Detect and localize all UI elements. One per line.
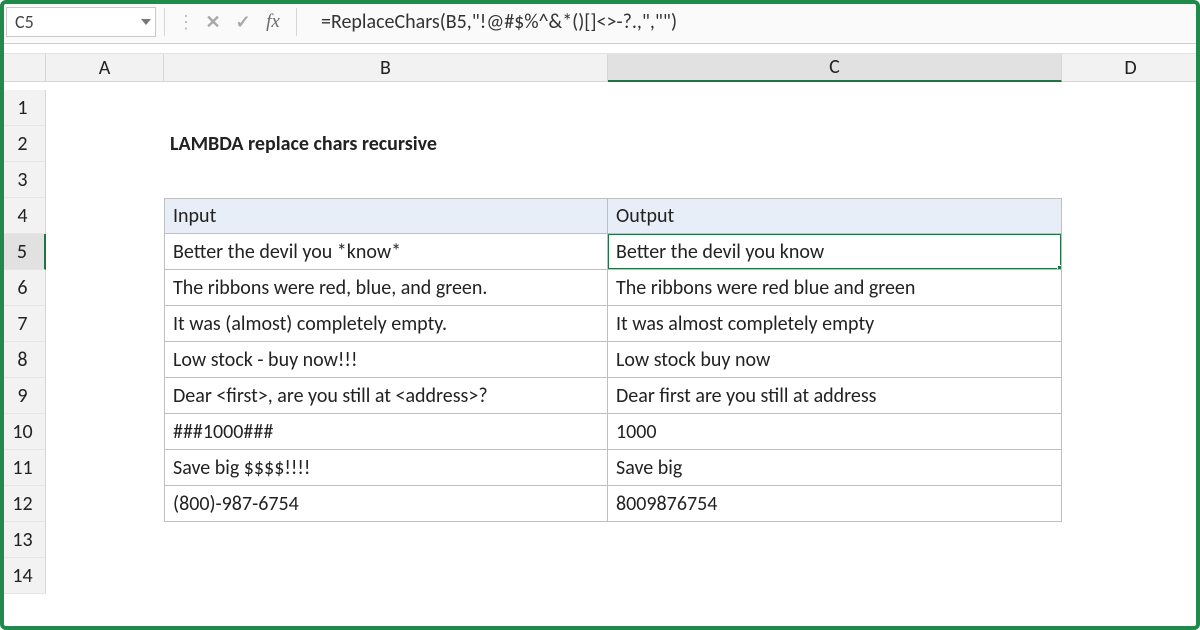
cell-A7[interactable] — [46, 306, 164, 342]
cell-B14[interactable] — [164, 558, 608, 594]
cell-B12[interactable]: (800)-987-6754 — [164, 486, 608, 522]
cell-C9[interactable]: Dear first are you still at address — [608, 378, 1062, 414]
cell-B13[interactable] — [164, 522, 608, 558]
cell-D7[interactable] — [1062, 306, 1200, 342]
cell-C2[interactable] — [608, 126, 1062, 162]
cell-value: Better the devil you know — [616, 240, 824, 264]
row-header-3[interactable]: 3 — [0, 162, 46, 198]
row-header-12[interactable]: 12 — [0, 486, 46, 522]
cell-D12[interactable] — [1062, 486, 1200, 522]
dots-icon: ⋮ — [173, 11, 198, 33]
cell-D11[interactable] — [1062, 450, 1200, 486]
cell-C1[interactable] — [608, 90, 1062, 126]
cell-C6[interactable]: The ribbons were red blue and green — [608, 270, 1062, 306]
cell-B3[interactable] — [164, 162, 608, 198]
cell-D10[interactable] — [1062, 414, 1200, 450]
cell-B1[interactable] — [164, 90, 608, 126]
cell-B7[interactable]: It was (almost) completely empty. — [164, 306, 608, 342]
cell-C5[interactable]: Better the devil you know — [608, 234, 1062, 270]
row-header-11[interactable]: 11 — [0, 450, 46, 486]
row-header-8[interactable]: 8 — [0, 342, 46, 378]
cell-D9[interactable] — [1062, 378, 1200, 414]
col-header-B[interactable]: B — [164, 54, 608, 82]
cell-A2[interactable] — [46, 126, 164, 162]
cell-A10[interactable] — [46, 414, 164, 450]
cell-A1[interactable] — [46, 90, 164, 126]
cancel-button[interactable]: ✕ — [198, 8, 228, 36]
cell-C4[interactable]: Output — [608, 198, 1062, 234]
cell-B8[interactable]: Low stock - buy now!!! — [164, 342, 608, 378]
cell-B4[interactable]: Input — [164, 198, 608, 234]
cell-A9[interactable] — [46, 378, 164, 414]
cell-B6[interactable]: The ribbons were red, blue, and green. — [164, 270, 608, 306]
separator — [296, 8, 297, 36]
cell-C14[interactable] — [608, 558, 1062, 594]
cell-C11[interactable]: Save big — [608, 450, 1062, 486]
name-box[interactable]: C5 — [6, 7, 156, 37]
name-box-value: C5 — [15, 11, 34, 33]
col-header-C[interactable]: C — [608, 54, 1062, 82]
cell-A11[interactable] — [46, 450, 164, 486]
cell-D4[interactable] — [1062, 198, 1200, 234]
col-header-D[interactable]: D — [1062, 54, 1200, 82]
cell-B5[interactable]: Better the devil you *know* — [164, 234, 608, 270]
cell-D1[interactable] — [1062, 90, 1200, 126]
row-header-2[interactable]: 2 — [0, 126, 46, 162]
spreadsheet-grid[interactable]: A B C D 1 2 LAMBDA replace chars recursi… — [0, 54, 1200, 594]
cell-C8[interactable]: Low stock buy now — [608, 342, 1062, 378]
cell-A13[interactable] — [46, 522, 164, 558]
row-header-7[interactable]: 7 — [0, 306, 46, 342]
cell-C7[interactable]: It was almost completely empty — [608, 306, 1062, 342]
cell-D13[interactable] — [1062, 522, 1200, 558]
cell-D14[interactable] — [1062, 558, 1200, 594]
cell-D5[interactable] — [1062, 234, 1200, 270]
separator — [164, 8, 165, 36]
fx-button[interactable]: fx — [258, 8, 288, 36]
cell-A8[interactable] — [46, 342, 164, 378]
cell-A5[interactable] — [46, 234, 164, 270]
cell-A4[interactable] — [46, 198, 164, 234]
formula-input[interactable] — [305, 7, 1194, 37]
cell-D2[interactable] — [1062, 126, 1200, 162]
row-header-9[interactable]: 9 — [0, 378, 46, 414]
cell-A14[interactable] — [46, 558, 164, 594]
row-header-1[interactable]: 1 — [0, 90, 46, 126]
formula-bar: C5 ⋮ ✕ ✓ fx — [0, 0, 1200, 44]
cell-C12[interactable]: 8009876754 — [608, 486, 1062, 522]
cell-C3[interactable] — [608, 162, 1062, 198]
cell-A3[interactable] — [46, 162, 164, 198]
cell-C10[interactable]: 1000 — [608, 414, 1062, 450]
row-header-13[interactable]: 13 — [0, 522, 46, 558]
row-header-4[interactable]: 4 — [0, 198, 46, 234]
cell-D6[interactable] — [1062, 270, 1200, 306]
cell-C13[interactable] — [608, 522, 1062, 558]
cell-A12[interactable] — [46, 486, 164, 522]
cell-D3[interactable] — [1062, 162, 1200, 198]
cell-B11[interactable]: Save big $$$$!!!! — [164, 450, 608, 486]
fill-handle[interactable] — [1057, 265, 1062, 270]
row-header-10[interactable]: 10 — [0, 414, 46, 450]
cell-D8[interactable] — [1062, 342, 1200, 378]
cell-B10[interactable]: ###1000### — [164, 414, 608, 450]
cell-B2[interactable]: LAMBDA replace chars recursive — [164, 126, 608, 162]
enter-button[interactable]: ✓ — [228, 8, 258, 36]
chevron-down-icon[interactable] — [141, 19, 151, 25]
spacer — [0, 44, 1200, 54]
select-all-corner[interactable] — [0, 54, 46, 82]
row-header-5[interactable]: 5 — [0, 234, 46, 270]
col-header-A[interactable]: A — [46, 54, 164, 82]
row-header-6[interactable]: 6 — [0, 270, 46, 306]
cell-A6[interactable] — [46, 270, 164, 306]
row-header-14[interactable]: 14 — [0, 558, 46, 594]
cell-B9[interactable]: Dear <first>, are you still at <address>… — [164, 378, 608, 414]
